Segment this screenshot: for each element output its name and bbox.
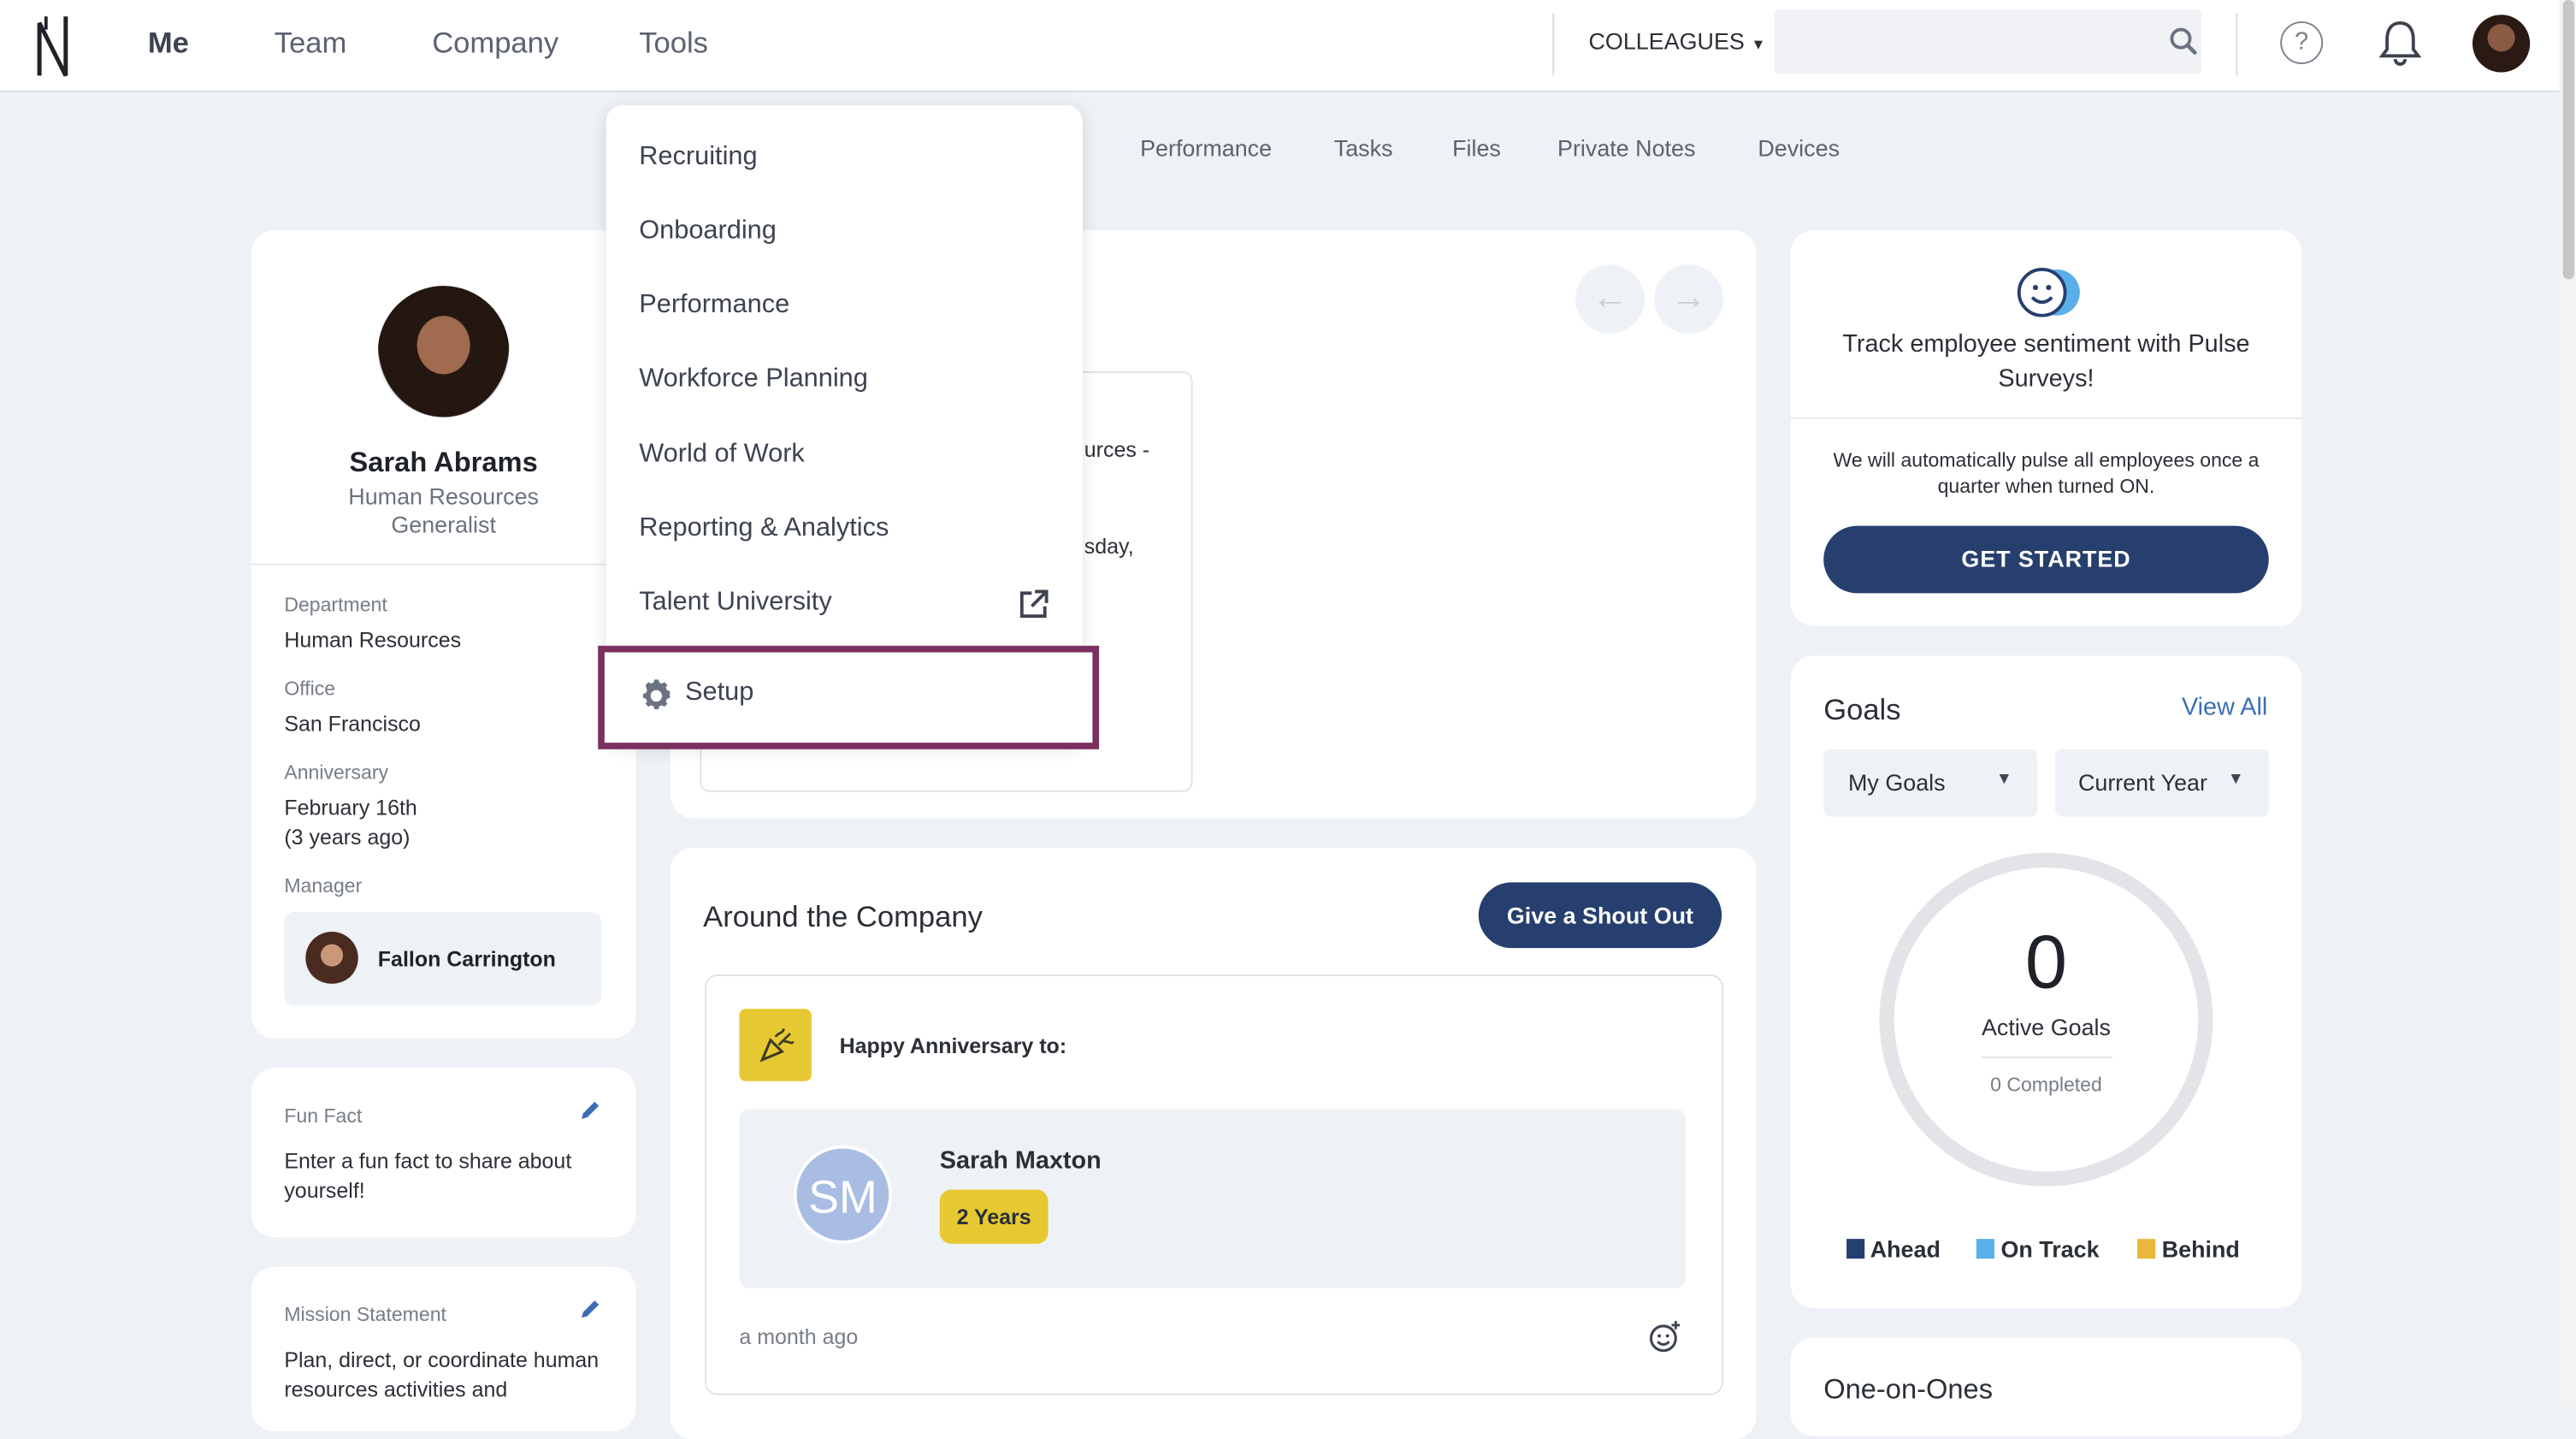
get-started-button[interactable]: GET STARTED — [1823, 525, 2269, 594]
menu-item-performance[interactable]: Performance — [639, 291, 789, 321]
menu-item-setup[interactable]: Setup — [685, 678, 753, 708]
anniversary-badge — [739, 1009, 812, 1081]
add-reaction-icon[interactable] — [1648, 1319, 1682, 1353]
nav-tab-me[interactable]: Me — [148, 27, 189, 61]
colleagues-label: COLLEAGUES — [1588, 27, 1745, 55]
arrow-left-icon[interactable]: ← — [1575, 264, 1645, 334]
active-goals-count: 0 — [2024, 918, 2068, 1004]
scrollbar-thumb[interactable] — [2562, 0, 2575, 280]
divider — [1790, 417, 2302, 419]
legend-swatch — [2137, 1239, 2156, 1259]
subtab-private-notes[interactable]: Private Notes — [1557, 134, 1695, 161]
legend-label: Ahead — [1870, 1235, 1941, 1263]
colleagues-dropdown[interactable]: COLLEAGUES ▼ — [1589, 28, 1766, 55]
current-year-select[interactable]: Current Year ▼ — [2055, 749, 2269, 817]
external-link-icon — [1019, 589, 1049, 619]
legend-swatch — [1846, 1239, 1865, 1259]
caret-down-icon: ▼ — [1995, 770, 2012, 789]
office-value: San Francisco — [284, 711, 421, 737]
search-box — [1774, 9, 2202, 74]
manager-avatar — [305, 931, 358, 985]
party-popper-icon — [759, 1028, 795, 1063]
pulse-headline: Track employee sentiment with Pulse Surv… — [1842, 330, 2250, 394]
divider — [1981, 1056, 2113, 1058]
post-timestamp: a month ago — [739, 1324, 859, 1349]
person-initials-avatar: SM — [793, 1145, 893, 1244]
anniversary-label: Anniversary — [284, 761, 389, 785]
around-company-title: Around the Company — [703, 900, 983, 933]
fun-fact-text: Enter a fun fact to share about yourself… — [284, 1148, 572, 1203]
user-avatar[interactable] — [2472, 15, 2531, 73]
app-logo[interactable] — [32, 13, 72, 79]
menu-item-recruiting[interactable]: Recruiting — [639, 143, 757, 173]
edit-pencil-icon[interactable] — [578, 1298, 601, 1321]
nav-tab-team[interactable]: Team — [275, 27, 347, 61]
anniversary-ago: (3 years ago) — [284, 825, 411, 850]
subtab-performance[interactable]: Performance — [1140, 134, 1272, 161]
gear-icon — [642, 679, 671, 710]
fun-fact-label: Fun Fact — [284, 1104, 363, 1128]
profile-job-title: Human Resources Generalist — [348, 483, 539, 538]
profile-photo — [377, 286, 510, 417]
legend-behind: Behind — [2137, 1235, 2240, 1262]
office-label: Office — [284, 677, 336, 701]
nav-divider — [1552, 13, 1555, 76]
subtab-devices[interactable]: Devices — [1758, 134, 1840, 161]
current-year-select-value: Current Year — [2077, 768, 2207, 796]
menu-item-onboarding[interactable]: Onboarding — [639, 217, 777, 247]
divider — [251, 563, 636, 566]
edit-pencil-icon[interactable] — [578, 1099, 601, 1122]
person-name: Sarah Maxton — [939, 1146, 1102, 1175]
search-input[interactable] — [1787, 20, 2156, 66]
search-icon[interactable] — [2169, 27, 2199, 56]
subtab-files[interactable]: Files — [1452, 134, 1501, 161]
logo-icon — [37, 16, 68, 77]
manager-label: Manager — [284, 873, 363, 897]
announcement-text-fragment: urces - — [1084, 436, 1150, 462]
nav-tab-tools[interactable]: Tools — [639, 27, 708, 61]
department-value: Human Resources — [284, 627, 462, 653]
completed-goals: 0 Completed — [1990, 1073, 2102, 1097]
smiley-faces-icon — [2017, 268, 2080, 317]
nav-divider — [2236, 13, 2238, 76]
goals-title: Goals — [1823, 693, 1901, 726]
arrow-right-icon[interactable]: → — [1654, 264, 1724, 334]
give-shout-out-button[interactable]: Give a Shout Out — [1478, 882, 1722, 949]
menu-item-workforce-planning[interactable]: Workforce Planning — [639, 364, 868, 394]
legend-label: Behind — [2161, 1235, 2240, 1263]
years-badge: 2 Years — [939, 1189, 1049, 1244]
anniversary-title: Happy Anniversary to: — [839, 1033, 1067, 1058]
caret-down-icon: ▼ — [2227, 770, 2244, 789]
active-goals-label: Active Goals — [1981, 1014, 2111, 1040]
subtab-tasks[interactable]: Tasks — [1334, 134, 1393, 161]
announcement-text-fragment: sday, — [1084, 534, 1134, 560]
mission-text: Plan, direct, or coordinate human resour… — [284, 1347, 600, 1402]
view-all-goals-link[interactable]: View All — [2182, 693, 2267, 721]
my-goals-select[interactable]: My Goals ▼ — [1823, 749, 2037, 817]
legend-ahead: Ahead — [1846, 1235, 1941, 1262]
profile-name: Sarah Abrams — [349, 447, 538, 478]
pulse-description: We will automatically pulse all employee… — [1833, 448, 2260, 498]
anniversary-value: February 16th — [284, 795, 417, 820]
legend-swatch — [1976, 1239, 1994, 1259]
bell-icon[interactable] — [2378, 18, 2422, 68]
menu-item-talent-university[interactable]: Talent University — [639, 589, 831, 619]
legend-on-track: On Track — [1976, 1235, 2100, 1262]
my-goals-select-value: My Goals — [1848, 768, 1946, 796]
department-label: Department — [284, 593, 387, 617]
nav-tab-company[interactable]: Company — [432, 27, 558, 61]
mission-label: Mission Statement — [284, 1303, 446, 1326]
caret-down-icon: ▼ — [1751, 36, 1766, 53]
one-on-ones-title: One-on-Ones — [1823, 1373, 1994, 1406]
legend-label: On Track — [2000, 1235, 2100, 1263]
help-icon[interactable]: ? — [2280, 21, 2324, 64]
menu-item-world-of-work[interactable]: World of Work — [639, 441, 805, 471]
manager-name: Fallon Carrington — [377, 946, 556, 972]
menu-item-reporting-analytics[interactable]: Reporting & Analytics — [639, 514, 889, 544]
